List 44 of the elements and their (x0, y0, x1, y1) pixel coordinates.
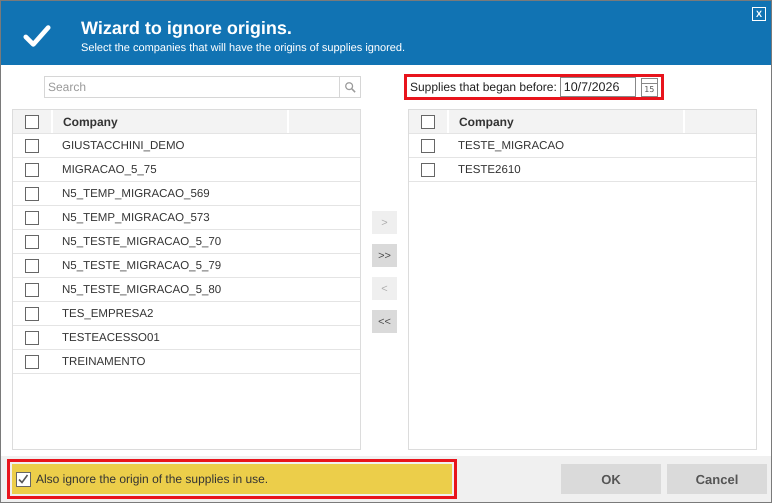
company-name: GIUSTACCHINI_DEMO (61, 140, 184, 152)
dialog-title: Wizard to ignore origins. (81, 18, 293, 39)
company-name: TESTE2610 (457, 164, 521, 176)
checkbox[interactable] (25, 306, 39, 320)
checkbox[interactable] (25, 114, 39, 128)
checkbox[interactable] (16, 472, 31, 486)
checkbox[interactable] (25, 330, 39, 344)
company-name: N5_TEMP_MIGRACAO_573 (61, 212, 210, 224)
checkbox[interactable] (25, 186, 39, 200)
calendar-icon[interactable]: 15 (640, 78, 658, 96)
dialog-button[interactable]: OK (561, 464, 661, 494)
company-name: TES_EMPRESA2 (61, 308, 154, 320)
move-button[interactable]: << (372, 310, 397, 333)
checkbox[interactable] (25, 162, 39, 176)
date-label: Supplies that began before: (410, 80, 557, 94)
company-name: N5_TESTE_MIGRACAO_5_79 (61, 260, 222, 272)
company-name: N5_TESTE_MIGRACAO_5_80 (61, 284, 222, 296)
checkbox[interactable] (421, 138, 435, 152)
column-header: Company (449, 110, 685, 133)
close-button[interactable]: X (752, 7, 766, 21)
dialog-button[interactable]: Cancel (667, 464, 767, 494)
company-name: TESTEACESSO01 (61, 332, 160, 344)
column-header: Company (53, 110, 289, 133)
checkbox[interactable] (25, 258, 39, 272)
checkbox[interactable] (25, 234, 39, 248)
option-label: Also ignore the origin of the supplies in use. (36, 472, 268, 486)
date-field[interactable]: 10/7/2026 (560, 77, 636, 97)
checkbox[interactable] (25, 210, 39, 224)
checkbox[interactable] (421, 114, 435, 128)
checkmark-icon (23, 23, 51, 49)
company-name: N5_TEMP_MIGRACAO_569 (61, 188, 210, 200)
checkbox[interactable] (25, 282, 39, 296)
move-button[interactable]: >> (372, 244, 397, 267)
checkbox[interactable] (25, 138, 39, 152)
search-icon (344, 81, 356, 93)
company-name: TREINAMENTO (61, 356, 146, 368)
dialog-subtitle: Select the companies that will have the origins of supplies ignored. (81, 42, 406, 54)
company-name: N5_TESTE_MIGRACAO_5_70 (61, 236, 222, 248)
company-name: TESTE_MIGRACAO (457, 140, 564, 152)
search-button[interactable] (339, 76, 361, 98)
checkbox[interactable] (421, 162, 435, 176)
company-name: MIGRACAO_5_75 (61, 164, 157, 176)
checkbox[interactable] (25, 354, 39, 368)
search-field[interactable]: Search (44, 76, 339, 98)
